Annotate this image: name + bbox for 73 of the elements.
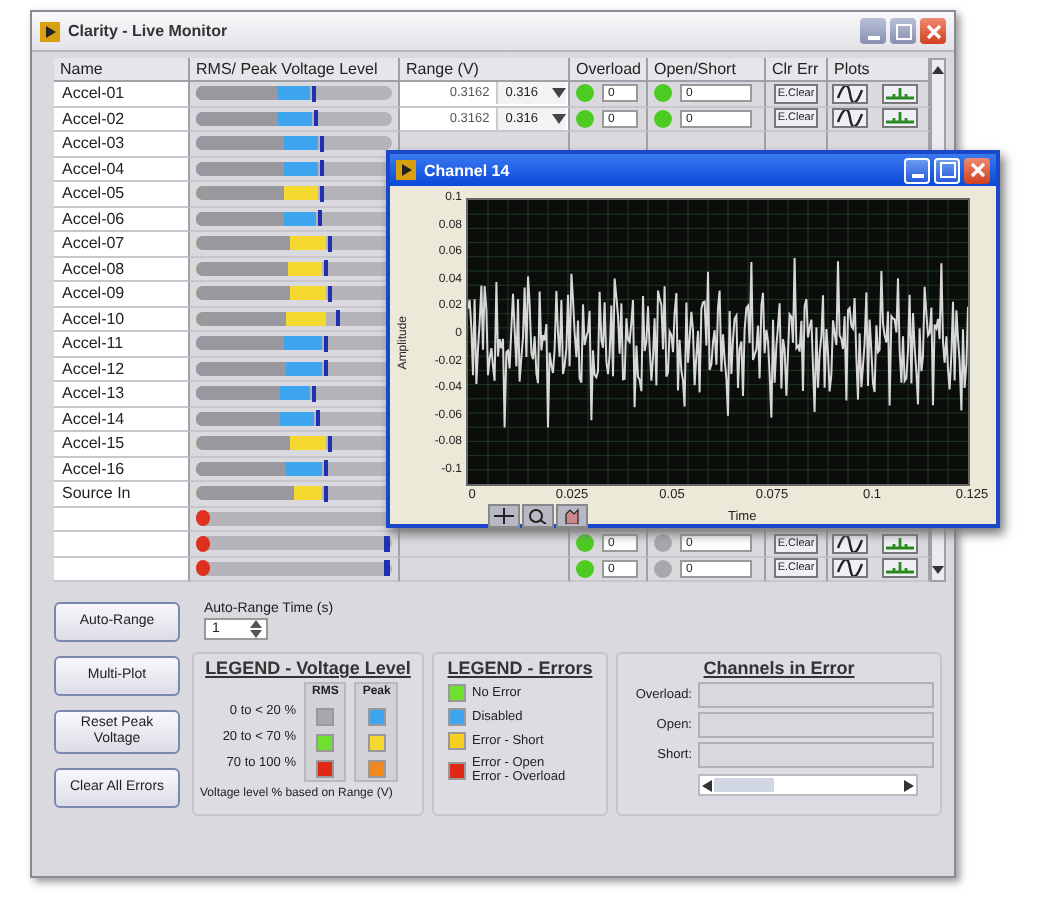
crosshair-icon xyxy=(494,508,514,524)
table-cell: Accel-09 xyxy=(54,282,190,307)
waveform-plot-button[interactable] xyxy=(832,558,868,579)
close-button[interactable] xyxy=(920,18,946,44)
minimize-button[interactable] xyxy=(904,157,930,183)
legend-title: LEGEND - Voltage Level xyxy=(203,658,413,678)
app-icon xyxy=(40,21,60,41)
column-header: Name xyxy=(54,58,190,82)
zoom-tool[interactable] xyxy=(522,504,554,528)
sine-wave-icon xyxy=(836,110,864,127)
column-header: Range (V) xyxy=(400,58,570,82)
table-cell: Accel-11 xyxy=(54,332,190,357)
waveform-plot-button[interactable] xyxy=(832,108,868,129)
table-cell: Accel-12 xyxy=(54,357,190,382)
sine-wave-icon xyxy=(836,560,864,577)
maximize-icon xyxy=(895,23,911,39)
table-cell: Accel-08 xyxy=(54,257,190,282)
scroll-down-icon xyxy=(932,566,944,574)
panel-title: Channels in Error xyxy=(701,658,857,678)
table-cell: Accel-15 xyxy=(54,432,190,457)
column-header: Clr Err xyxy=(766,58,828,82)
error-list-field[interactable] xyxy=(698,712,934,738)
minimize-button[interactable] xyxy=(860,18,886,44)
column-header: RMS/ Peak Voltage Level xyxy=(190,58,400,82)
waveform-plot-button[interactable] xyxy=(832,533,868,554)
spectrum-icon xyxy=(886,535,914,552)
scroll-right-icon xyxy=(904,779,914,791)
hand-icon xyxy=(562,508,582,524)
maximize-icon xyxy=(939,162,955,178)
table-cell: Accel-06 xyxy=(54,207,190,232)
error-list-field[interactable] xyxy=(698,742,934,768)
magnifier-icon xyxy=(528,508,548,524)
table-cell: Accel-02 xyxy=(54,107,190,132)
maximize-button[interactable] xyxy=(890,18,916,44)
close-button[interactable] xyxy=(964,157,990,183)
pan-tool[interactable] xyxy=(556,504,588,528)
minimize-icon xyxy=(911,173,923,177)
window-title: Clarity - Live Monitor xyxy=(68,22,228,40)
table-cell: Accel-13 xyxy=(54,382,190,407)
horizontal-scrollbar[interactable] xyxy=(698,774,918,796)
close-icon xyxy=(969,162,985,178)
sine-wave-icon xyxy=(836,85,864,102)
table-cell: Accel-01 xyxy=(54,82,190,107)
spectrum-icon xyxy=(886,560,914,577)
column-header: Plots xyxy=(828,58,930,82)
spectrum-plot-button[interactable] xyxy=(882,558,918,579)
maximize-button[interactable] xyxy=(934,157,960,183)
column-header: Overload xyxy=(570,58,648,82)
table-cell: Accel-07 xyxy=(54,232,190,257)
table-cell: Accel-04 xyxy=(54,157,190,182)
table-cell: Accel-10 xyxy=(54,307,190,332)
spectrum-icon xyxy=(886,110,914,127)
spectrum-plot-button[interactable] xyxy=(882,83,918,104)
table-cell: Accel-16 xyxy=(54,457,190,482)
table-cell: Accel-14 xyxy=(54,407,190,432)
close-icon xyxy=(925,23,941,39)
column-header: Open/Short xyxy=(648,58,766,82)
sine-wave-icon xyxy=(836,535,864,552)
table-cell: Source In xyxy=(54,482,190,507)
spectrum-plot-button[interactable] xyxy=(882,108,918,129)
table-cell: Accel-05 xyxy=(54,182,190,207)
spectrum-plot-button[interactable] xyxy=(882,533,918,554)
spectrum-icon xyxy=(886,85,914,102)
window-title: Channel 14 xyxy=(424,161,510,179)
error-list-field[interactable] xyxy=(698,682,934,708)
spinner-icon xyxy=(250,620,262,638)
legend-title: LEGEND - Errors xyxy=(445,658,595,678)
app-icon xyxy=(396,160,416,180)
scroll-up-icon xyxy=(932,66,944,74)
minimize-icon xyxy=(867,36,879,40)
waveform-plot-button[interactable] xyxy=(832,83,868,104)
cursor-tool[interactable] xyxy=(488,504,520,528)
table-cell: Accel-03 xyxy=(54,132,190,157)
